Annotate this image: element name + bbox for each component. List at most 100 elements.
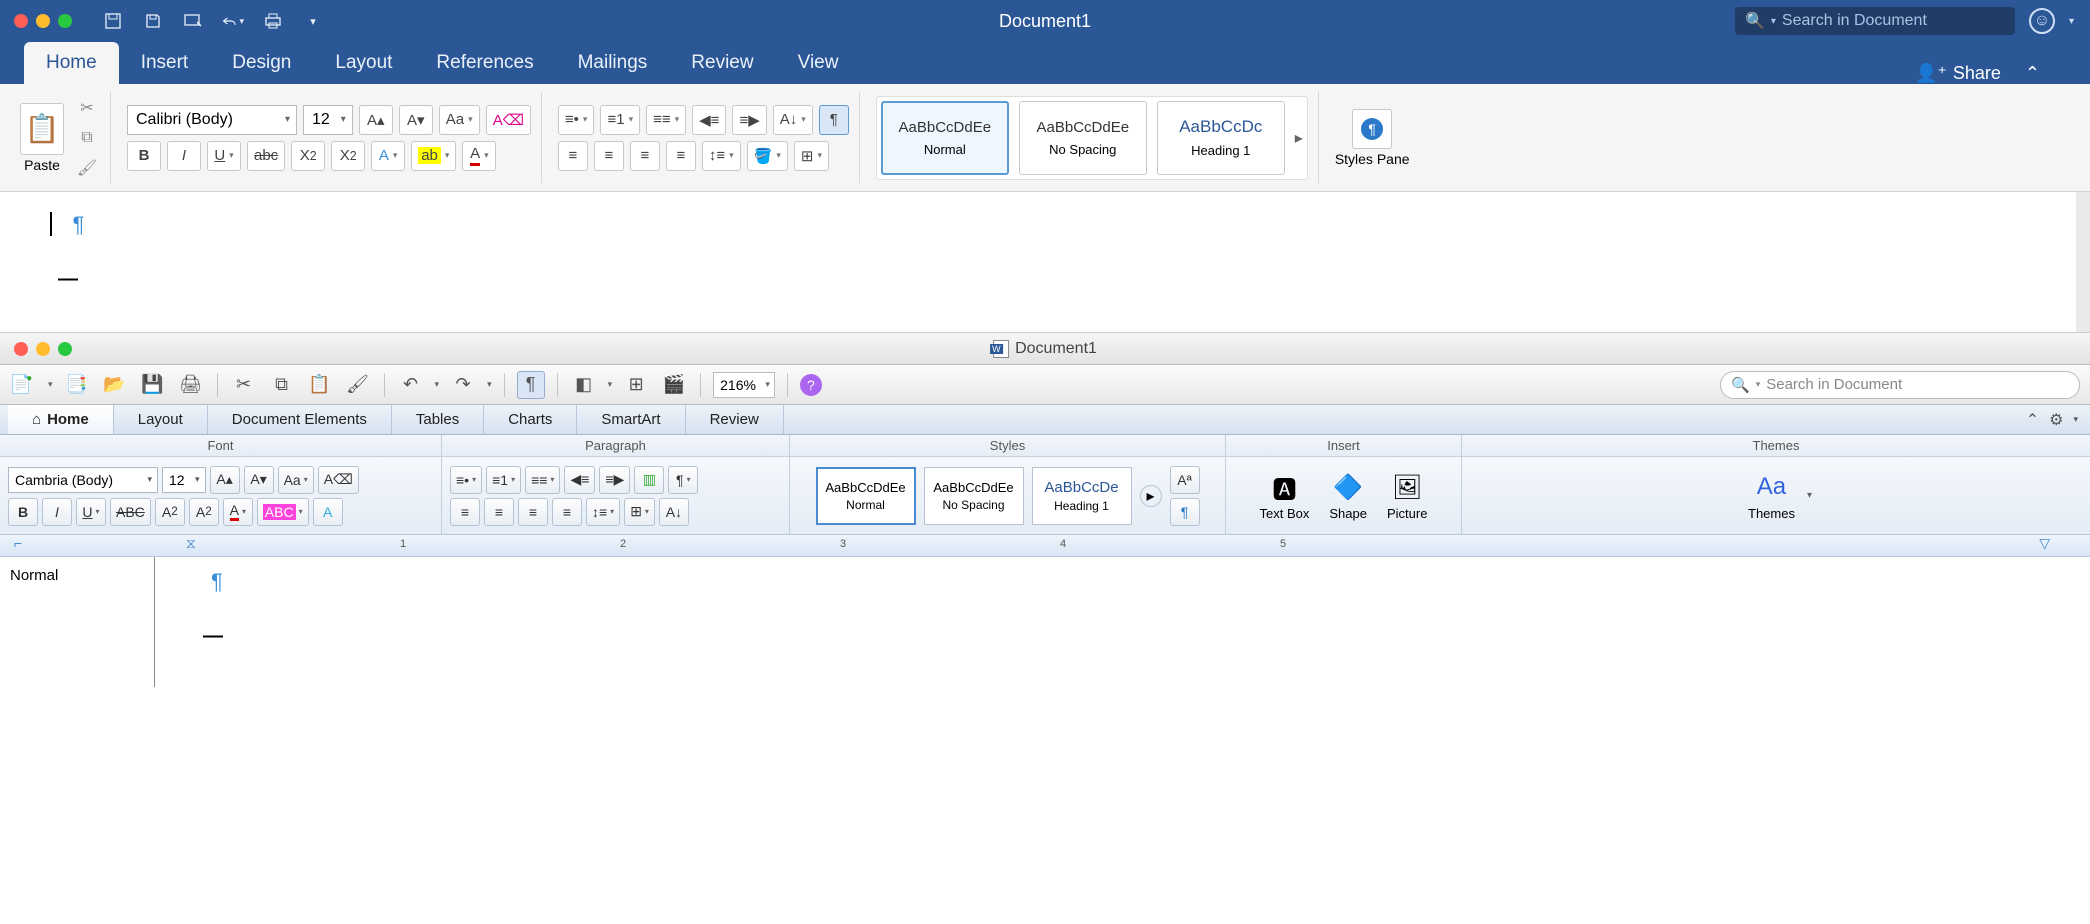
align-center-button[interactable]: ≡ (594, 141, 624, 171)
grow-font-button[interactable]: A▴ (359, 105, 393, 135)
tab-insert[interactable]: Insert (119, 42, 211, 84)
close-window[interactable] (14, 14, 28, 28)
multilevel-list-button[interactable]: ≡≡ (646, 105, 686, 135)
multilevel-list-button[interactable]: ≡≡ (525, 466, 560, 494)
insert-textbox-button[interactable]: 🅰 Text Box (1252, 470, 1318, 521)
format-painter-icon[interactable]: 🖌 (344, 371, 372, 399)
align-center-button[interactable]: ≡ (484, 498, 514, 526)
highlight-button[interactable]: ABC (257, 498, 309, 526)
justify-button[interactable]: ≡ (666, 141, 696, 171)
decrease-indent-button[interactable]: ◀≡ (692, 105, 726, 135)
numbering-button[interactable]: ≡1 (486, 466, 521, 494)
style-area-pane[interactable]: Normal (0, 557, 155, 687)
styles-more-icon[interactable]: ▸ (1140, 485, 1162, 507)
horizontal-ruler[interactable]: ⌐ ⧖ 1 2 3 4 5 ▽ (0, 535, 2090, 557)
shrink-font-button[interactable]: A▾ (399, 105, 433, 135)
print-icon[interactable]: 🖨 (177, 371, 205, 399)
tab-home[interactable]: Home (24, 42, 119, 84)
collapse-ribbon-icon[interactable]: ⌃ (2026, 410, 2039, 430)
zoom-combo[interactable]: 216% (713, 372, 775, 398)
open-icon[interactable]: 📂 (101, 371, 129, 399)
subscript-button[interactable]: X2 (291, 141, 325, 171)
borders-button[interactable]: ⊞ (794, 141, 829, 171)
bold-button[interactable]: B (8, 498, 38, 526)
style-heading-1[interactable]: AaBbCcDe Heading 1 (1032, 467, 1132, 525)
search-box[interactable]: 🔍▾ Search in Document (1735, 7, 2015, 35)
tab-review[interactable]: Review (686, 405, 784, 434)
undo-icon[interactable]: ↶ (397, 371, 425, 399)
sidebar-icon[interactable]: ◧ (570, 371, 598, 399)
redo-icon[interactable]: ↷ (449, 371, 477, 399)
save-icon[interactable]: 💾 (139, 371, 167, 399)
close-window[interactable] (14, 342, 28, 356)
underline-button[interactable]: U (207, 141, 241, 171)
font-name-combo[interactable]: Cambria (Body) (8, 467, 158, 493)
strikethrough-button[interactable]: abc (247, 141, 285, 171)
collapse-ribbon-icon[interactable]: ⌃ (2025, 63, 2040, 84)
font-size-combo[interactable]: 12 (303, 105, 353, 135)
tab-layout[interactable]: Layout (114, 405, 208, 434)
tab-review[interactable]: Review (669, 42, 775, 84)
tab-tables[interactable]: Tables (392, 405, 484, 434)
style-normal[interactable]: AaBbCcDdEe Normal (881, 101, 1009, 175)
tab-document-elements[interactable]: Document Elements (208, 405, 392, 434)
tab-selector-icon[interactable]: ⌐ (14, 535, 22, 551)
align-right-button[interactable]: ≡ (630, 141, 660, 171)
italic-button[interactable]: I (167, 141, 201, 171)
themes-button[interactable]: Aa Themes (1740, 470, 1803, 521)
styles-pane-button[interactable]: ¶ Styles Pane (1335, 109, 1410, 167)
italic-button[interactable]: I (42, 498, 72, 526)
tab-charts[interactable]: Charts (484, 405, 577, 434)
shading-button[interactable]: 🪣 (747, 141, 788, 171)
bullets-button[interactable]: ≡• (558, 105, 595, 135)
style-heading-1[interactable]: AaBbCcDc Heading 1 (1157, 101, 1285, 175)
copy-icon[interactable]: ⧉ (74, 126, 100, 150)
media-browser-icon[interactable]: 🎬 (660, 371, 688, 399)
change-case-button[interactable]: Aa (278, 466, 314, 494)
underline-button[interactable]: U (76, 498, 106, 526)
text-direction-button[interactable]: ¶ (668, 466, 698, 494)
tab-layout[interactable]: Layout (313, 42, 414, 84)
minimize-window[interactable] (36, 342, 50, 356)
superscript-button[interactable]: X2 (331, 141, 365, 171)
bold-button[interactable]: B (127, 141, 161, 171)
font-name-combo[interactable]: Calibri (Body) (127, 105, 297, 135)
print-icon[interactable] (262, 10, 284, 32)
templates-icon[interactable]: 📑 (63, 371, 91, 399)
show-paragraph-marks-button[interactable]: ¶ (819, 105, 849, 135)
style-normal[interactable]: AaBbCcDdEe Normal (816, 467, 916, 525)
minimize-window[interactable] (36, 14, 50, 28)
touch-mode-icon[interactable] (182, 10, 204, 32)
tab-home[interactable]: ⌂Home (8, 405, 114, 434)
insert-shape-button[interactable]: 🔷 Shape (1321, 470, 1375, 521)
zoom-window[interactable] (58, 14, 72, 28)
sort-button[interactable]: A↓ (773, 105, 813, 135)
sort-button[interactable]: A↓ (659, 498, 689, 526)
align-left-button[interactable]: ≡ (558, 141, 588, 171)
insert-picture-button[interactable]: 🖼 Picture (1379, 470, 1435, 521)
undo-icon[interactable]: ▾ (222, 10, 244, 32)
change-case-button[interactable]: Aa (439, 105, 480, 135)
clear-formatting-button[interactable]: A⌫ (318, 466, 359, 494)
feedback-dropdown[interactable]: ▾ (2069, 16, 2074, 27)
indent-marker-icon[interactable]: ⧖ (186, 535, 196, 552)
format-painter-icon[interactable]: 🖌 (74, 156, 100, 180)
save-icon[interactable] (142, 10, 164, 32)
font-size-combo[interactable]: 12 (162, 467, 206, 493)
align-left-button[interactable]: ≡ (450, 498, 480, 526)
font-color-button[interactable]: A (223, 498, 253, 526)
manage-styles-icon[interactable]: ¶ (1170, 498, 1200, 526)
style-no-spacing[interactable]: AaBbCcDdEe No Spacing (1019, 101, 1147, 175)
columns-button[interactable]: ▥ (634, 466, 664, 494)
copy-icon[interactable]: ⧉ (268, 371, 296, 399)
increase-indent-button[interactable]: ≡▶ (732, 105, 766, 135)
subscript-button[interactable]: A2 (189, 498, 219, 526)
tab-smartart[interactable]: SmartArt (577, 405, 685, 434)
shrink-font-button[interactable]: A▾ (244, 466, 274, 494)
highlight-button[interactable]: ab (411, 141, 456, 171)
paste-button[interactable]: 📋 (20, 103, 64, 155)
search-box[interactable]: 🔍▾ Search in Document (1720, 371, 2080, 399)
show-marks-icon[interactable]: ¶ (517, 371, 545, 399)
cut-icon[interactable]: ✂ (230, 371, 258, 399)
justify-button[interactable]: ≡ (552, 498, 582, 526)
